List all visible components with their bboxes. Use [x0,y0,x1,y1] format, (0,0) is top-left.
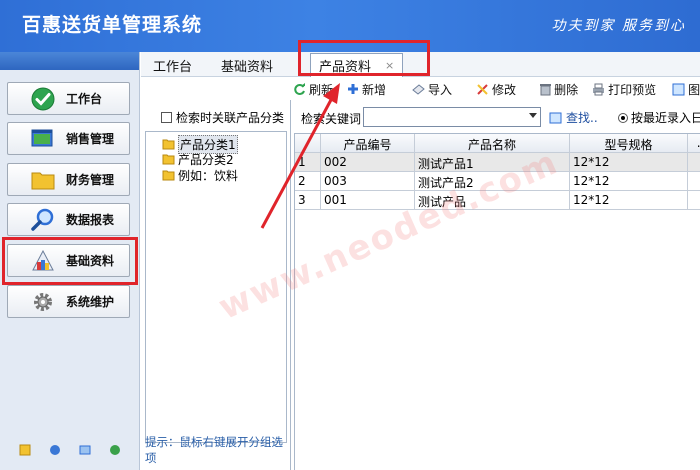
sidebar-item-sales[interactable]: 销售管理 [7,122,130,155]
tree-node[interactable]: 例如：饮料 [162,167,238,184]
header-cell [295,134,321,153]
chevron-down-icon[interactable] [529,113,537,118]
search-row: 检索关键词 查找.. 按最近录入日期 [293,106,700,128]
sidebar-item-label: 财务管理 [66,173,115,187]
tree-node-label: 产品分类2 [178,153,234,167]
table-cell: 测试产品 [415,191,570,210]
table-row[interactable]: 1 002 测试产品1 12*12 [295,153,700,172]
sidebar-item-label: 系统维护 [66,295,115,309]
table-cell: 测试产品1 [415,153,570,172]
print-preview-label: 打印预览 [608,82,657,97]
import-icon [412,84,425,95]
product-table: 产品编号 产品名称 型号规格 ... 1 002 测试产品1 12*12 2 0… [294,133,700,470]
sidebar-item-system[interactable]: 系统维护 [7,285,130,318]
find-label: 查找.. [566,111,598,125]
gear-icon [30,290,56,314]
more-button[interactable]: 图 [672,81,700,98]
checkbox[interactable] [161,112,172,123]
more-label: 图 [688,82,700,97]
header-cell[interactable]: ... [688,134,700,153]
table-cell: 003 [321,172,415,191]
table-cell: 测试产品2 [415,172,570,191]
add-label: 新增 [362,82,387,97]
tab-highlight-box [298,40,430,76]
info-icon[interactable] [49,444,61,456]
image-icon [672,83,685,95]
table-cell: 1 [295,153,321,172]
folder-icon [162,139,175,150]
find-button[interactable]: 查找.. [549,109,598,126]
hint-text: 提示：鼠标右键展开分组选项 [145,435,283,465]
table-cell [688,191,700,210]
plus-icon [348,84,359,94]
table-cell: 002 [321,153,415,172]
screen-icon[interactable] [79,444,91,456]
sidebar-tray [0,444,140,456]
exit-icon[interactable] [109,444,121,456]
import-button[interactable]: 导入 [412,81,452,98]
window-icon [30,127,56,151]
delete-button[interactable]: 删除 [540,81,578,98]
table-cell: 12*12 [570,191,688,210]
sort-recent-radio[interactable]: 按最近录入日期 [618,109,700,126]
print-preview-button[interactable]: 打印预览 [592,81,656,98]
app-title: 百惠送货单管理系统 [22,14,203,36]
refresh-button[interactable]: 刷新 [293,81,333,98]
header-cell[interactable]: 型号规格 [570,134,688,153]
edit-button[interactable]: 修改 [476,81,516,98]
sidebar-item-reports[interactable]: 数据报表 [7,203,130,236]
add-button[interactable]: 新增 [347,81,386,98]
table-cell [688,153,700,172]
table-header: 产品编号 产品名称 型号规格 ... [295,134,700,153]
link-category-checkbox[interactable]: 检索时关联产品分类 [161,109,284,126]
header-cell[interactable]: 产品名称 [415,134,570,153]
sidebar: 工作台 销售管理 财务管理 数据报表 基础资料 系统维护 [0,52,140,470]
table-cell: 2 [295,172,321,191]
folder-icon [162,170,175,181]
table-cell [688,172,700,191]
radio-label: 按最近录入日期 [631,111,700,125]
refresh-label: 刷新 [309,82,334,97]
table-cell: 001 [321,191,415,210]
tree-node[interactable]: 产品分类2 [162,151,234,168]
sidebar-header-strip [0,52,139,70]
edit-icon [477,83,488,95]
checkbox-label: 检索时关联产品分类 [176,111,285,125]
category-tree: 产品分类1 产品分类2 例如：饮料 [145,131,287,443]
table-cell: 3 [295,191,321,210]
tab-basic-data[interactable]: 基础资料 [221,56,273,75]
table-row[interactable]: 2 003 测试产品2 12*12 [295,172,700,191]
sidebar-item-label: 销售管理 [66,132,115,146]
basic-data-highlight-box [2,237,138,285]
toolbar: 刷新 新增 导入 修改 删除 打印预览 图 [293,78,700,100]
printer-icon [593,83,605,95]
search-label: 检索关键词 [301,112,362,126]
radio-dot[interactable] [618,112,628,123]
table-cell: 12*12 [570,153,688,172]
delete-label: 删除 [554,82,579,97]
sidebar-item-label: 工作台 [66,92,103,106]
sidebar-item-label: 数据报表 [66,213,115,227]
category-panel: 检索时关联产品分类 产品分类1 产品分类2 例如：饮料 提示：鼠标右键展开分组选… [141,100,291,470]
tab-workbench[interactable]: 工作台 [153,56,192,75]
header-cell[interactable]: 产品编号 [321,134,415,153]
folder-icon [162,154,175,165]
find-icon [549,112,562,123]
import-label: 导入 [428,82,453,97]
tree-node-label: 例如：饮料 [178,169,239,183]
key-icon[interactable] [19,444,31,456]
refresh-icon [294,82,305,95]
edit-label: 修改 [492,82,517,97]
table-row[interactable]: 3 001 测试产品 12*12 [295,191,700,210]
table-cell: 12*12 [570,172,688,191]
trash-icon [540,83,552,95]
sidebar-item-finance[interactable]: 财务管理 [7,163,130,196]
check-circle-icon [30,87,56,111]
folder-icon [30,168,56,192]
search-input[interactable] [363,107,541,127]
sidebar-item-workbench[interactable]: 工作台 [7,82,130,115]
slogan: 功夫到家 服务到心 [551,18,686,34]
magnifier-icon [30,208,56,232]
